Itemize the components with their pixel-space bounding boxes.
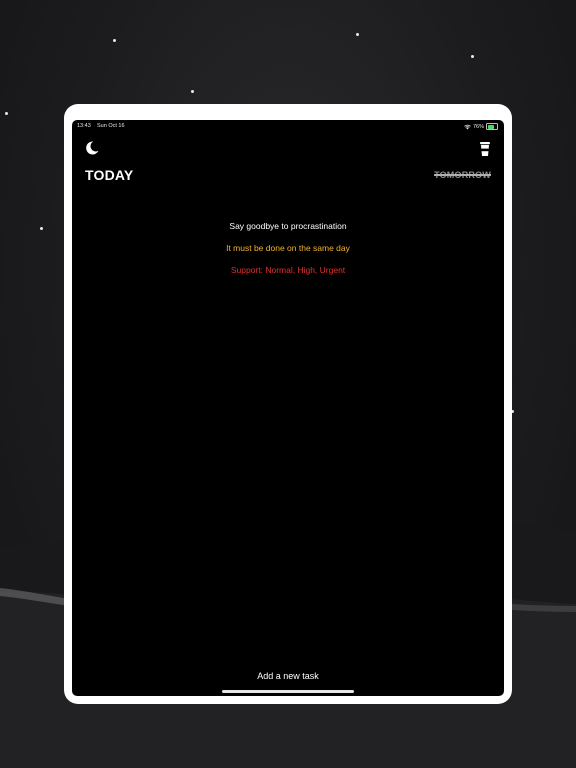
tab-tomorrow[interactable]: TOMORROW: [434, 170, 491, 180]
home-indicator: [222, 690, 354, 693]
tip-procrastination: Say goodbye to procrastination: [229, 221, 347, 231]
tip-same-day: It must be done on the same day: [226, 243, 350, 253]
app-screen: 13:43 Sun Oct 16 76% TODAY TOMORROW Say …: [72, 120, 504, 696]
status-indicators: 76%: [464, 122, 498, 131]
battery-icon: [486, 123, 498, 130]
battery-level-fill: [487, 124, 494, 129]
ipad-device-frame: 13:43 Sun Oct 16 76% TODAY TOMORROW Say …: [64, 104, 512, 704]
wifi-icon: [464, 124, 471, 129]
status-bar: 13:43 Sun Oct 16 76%: [72, 120, 504, 134]
coffee-cup-icon[interactable]: [478, 140, 492, 158]
tab-today[interactable]: TODAY: [85, 167, 133, 183]
moon-icon[interactable]: [84, 140, 100, 156]
status-time: 13:43: [77, 123, 91, 129]
status-date: Sun Oct 16: [97, 123, 125, 129]
battery-percent: 76%: [472, 123, 484, 130]
tip-priority-support: Support: Normal, High, Urgent: [230, 265, 346, 275]
add-task-button[interactable]: Add a new task: [72, 671, 504, 681]
